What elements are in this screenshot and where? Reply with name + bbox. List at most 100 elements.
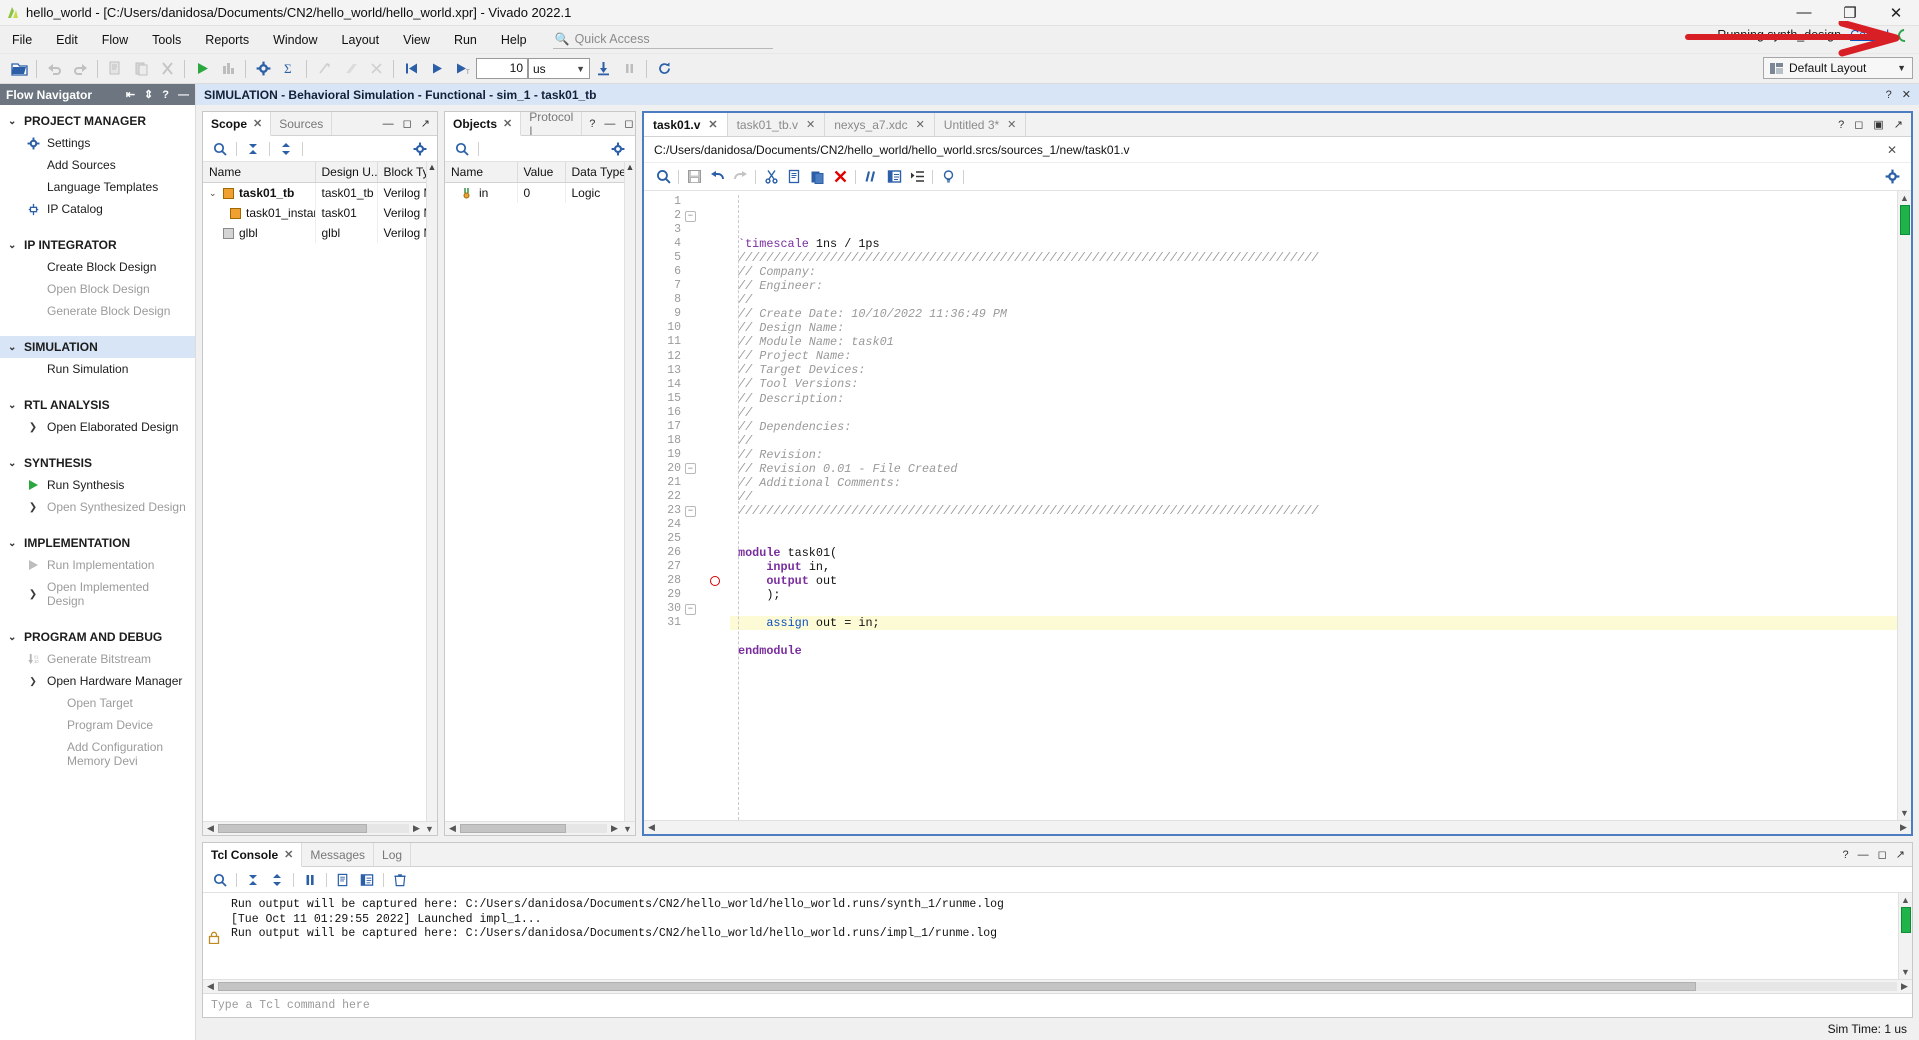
breakpoint-slot[interactable] (700, 364, 730, 378)
report-icon[interactable] (215, 56, 241, 82)
help-icon[interactable]: ? (1838, 119, 1844, 131)
code-line[interactable]: // (730, 434, 1897, 448)
paste-icon[interactable] (128, 56, 154, 82)
scroll-down-icon[interactable]: ▼ (424, 824, 435, 834)
code-line[interactable]: // Tool Versions: (730, 377, 1897, 391)
breakpoint-slot[interactable] (700, 602, 730, 616)
editor-settings-gear-icon[interactable] (1881, 166, 1903, 188)
layout-selector[interactable]: Default Layout ▼ (1763, 57, 1913, 79)
step-icon[interactable] (590, 56, 616, 82)
breakpoint-slot[interactable] (700, 504, 730, 518)
menu-tools[interactable]: Tools (140, 29, 193, 51)
pause-icon[interactable] (616, 56, 642, 82)
objects-vertical-scrollbar[interactable]: ▲ (624, 162, 635, 821)
breakpoint-slot[interactable] (700, 406, 730, 420)
scroll-down-icon[interactable]: ▼ (622, 824, 633, 834)
menu-run[interactable]: Run (442, 29, 489, 51)
breakpoint-slot[interactable] (700, 279, 730, 293)
float-icon[interactable]: ↗ (421, 117, 430, 130)
menu-file[interactable]: File (0, 29, 44, 51)
breakpoint-slot[interactable] (700, 265, 730, 279)
breakpoint-slot[interactable] (700, 532, 730, 546)
flow-item-program-device[interactable]: Program Device (0, 714, 195, 736)
code-line[interactable]: // (730, 293, 1897, 307)
scrollbar-thumb[interactable] (1900, 907, 1911, 933)
save-console-icon[interactable] (356, 869, 378, 891)
scrollbar-track[interactable] (218, 982, 1897, 991)
scrollbar-thumb[interactable] (218, 982, 1696, 991)
copy-console-icon[interactable] (332, 869, 354, 891)
tcl-command-input[interactable]: Type a Tcl command here (203, 993, 1912, 1017)
console-tab-log[interactable]: Log (374, 843, 412, 866)
scope-row-name[interactable]: glbl (203, 223, 316, 243)
editor-tab-task01-tb-v[interactable]: task01_tb.v ✕ (728, 113, 826, 136)
flow-item-run-implementation[interactable]: Run Implementation (0, 554, 195, 576)
scope-settings-gear-icon[interactable] (409, 138, 431, 160)
indent-icon[interactable] (906, 166, 928, 188)
close-icon[interactable]: ✕ (253, 117, 262, 130)
console-output-area[interactable]: Run output will be captured here: C:/Use… (203, 893, 1912, 979)
breakpoint-slot[interactable] (700, 420, 730, 434)
code-line[interactable] (730, 658, 1897, 672)
breakpoint-slot[interactable] (700, 476, 730, 490)
scroll-right-icon[interactable]: ▶ (609, 823, 620, 834)
help-icon[interactable]: ? (1886, 89, 1892, 101)
minimize-icon[interactable]: ◻ (1854, 118, 1863, 131)
flow-section-synthesis[interactable]: ⌄ SYNTHESIS (0, 452, 195, 474)
relaunch-icon[interactable] (651, 56, 677, 82)
code-line[interactable]: // Project Name: (730, 349, 1897, 363)
flow-item-open-hardware-manager[interactable]: ❯ Open Hardware Manager (0, 670, 195, 692)
breakpoint-marker[interactable] (700, 574, 730, 588)
minimize-icon[interactable]: — (178, 89, 189, 101)
flow-section-rtl-analysis[interactable]: ⌄ RTL ANALYSIS (0, 394, 195, 416)
code-line[interactable]: endmodule (730, 644, 1897, 658)
menu-edit[interactable]: Edit (44, 29, 90, 51)
close-icon[interactable]: ✕ (503, 117, 512, 130)
minimize-icon[interactable]: — (604, 118, 615, 130)
clear-console-icon[interactable] (389, 869, 411, 891)
scroll-down-icon[interactable]: ▼ (1901, 967, 1910, 977)
copy-icon[interactable] (783, 166, 805, 188)
breakpoint-slot[interactable] (700, 434, 730, 448)
editor-tab-untitled-3-[interactable]: Untitled 3* ✕ (935, 113, 1027, 136)
redo-icon[interactable] (729, 166, 751, 188)
flow-item-add-configuration-memory-devi[interactable]: Add Configuration Memory Devi (0, 736, 195, 772)
expand-all-icon[interactable] (266, 869, 288, 891)
breakpoint-slot[interactable] (700, 392, 730, 406)
flow-section-project-manager[interactable]: ⌄ PROJECT MANAGER (0, 110, 195, 132)
close-icon[interactable]: ✕ (284, 848, 293, 861)
editor-tab-nexys-a7-xdc[interactable]: nexys_a7.xdc ✕ (825, 113, 935, 136)
minimize-button[interactable]: — (1781, 0, 1827, 26)
search-icon[interactable] (209, 869, 231, 891)
flow-item-open-synthesized-design[interactable]: ❯ Open Synthesized Design (0, 496, 195, 518)
scroll-left-icon[interactable]: ◀ (205, 823, 216, 834)
flow-item-ip-catalog[interactable]: IP Catalog (0, 198, 195, 220)
code-line[interactable] (730, 602, 1897, 616)
search-icon[interactable] (451, 138, 473, 160)
close-button[interactable]: ✕ (1873, 0, 1919, 26)
table-row[interactable]: in 0 Logic (445, 182, 635, 203)
close-icon[interactable]: ✕ (806, 118, 815, 131)
flow-item-open-implemented-design[interactable]: ❯ Open Implemented Design (0, 576, 195, 612)
scroll-up-icon[interactable]: ▲ (1900, 193, 1909, 203)
editor-tab-task01-v[interactable]: task01.v ✕ (644, 113, 728, 136)
menu-reports[interactable]: Reports (193, 29, 261, 51)
run-for-time-icon[interactable]: T (450, 56, 476, 82)
copy-icon[interactable] (102, 56, 128, 82)
scope-row-name[interactable]: ⌄ task01_tb (203, 182, 316, 203)
col-name[interactable]: Name (445, 162, 518, 183)
collapse-all-icon[interactable]: ⇤ (126, 88, 135, 101)
reset-sim-icon[interactable] (311, 56, 337, 82)
toggle-comment-icon[interactable] (860, 166, 882, 188)
close-icon[interactable]: ✕ (1883, 143, 1901, 157)
breakpoint-slot[interactable] (700, 335, 730, 349)
fold-minus-icon[interactable]: − (685, 210, 696, 222)
paste-icon[interactable] (806, 166, 828, 188)
scroll-down-icon[interactable]: ▼ (1900, 808, 1909, 818)
help-icon[interactable]: ? (589, 118, 595, 130)
breakpoint-slot[interactable] (700, 293, 730, 307)
breakpoint-slot[interactable] (700, 378, 730, 392)
code-line[interactable]: // Create Date: 10/10/2022 11:36:49 PM (730, 307, 1897, 321)
menu-view[interactable]: View (391, 29, 442, 51)
editor-code-area[interactable]: 1 2−3 4 5 6 7 8 9 10 11 12 13 14 15 16 17 18 19 20−21 22 23−… (644, 191, 1911, 820)
